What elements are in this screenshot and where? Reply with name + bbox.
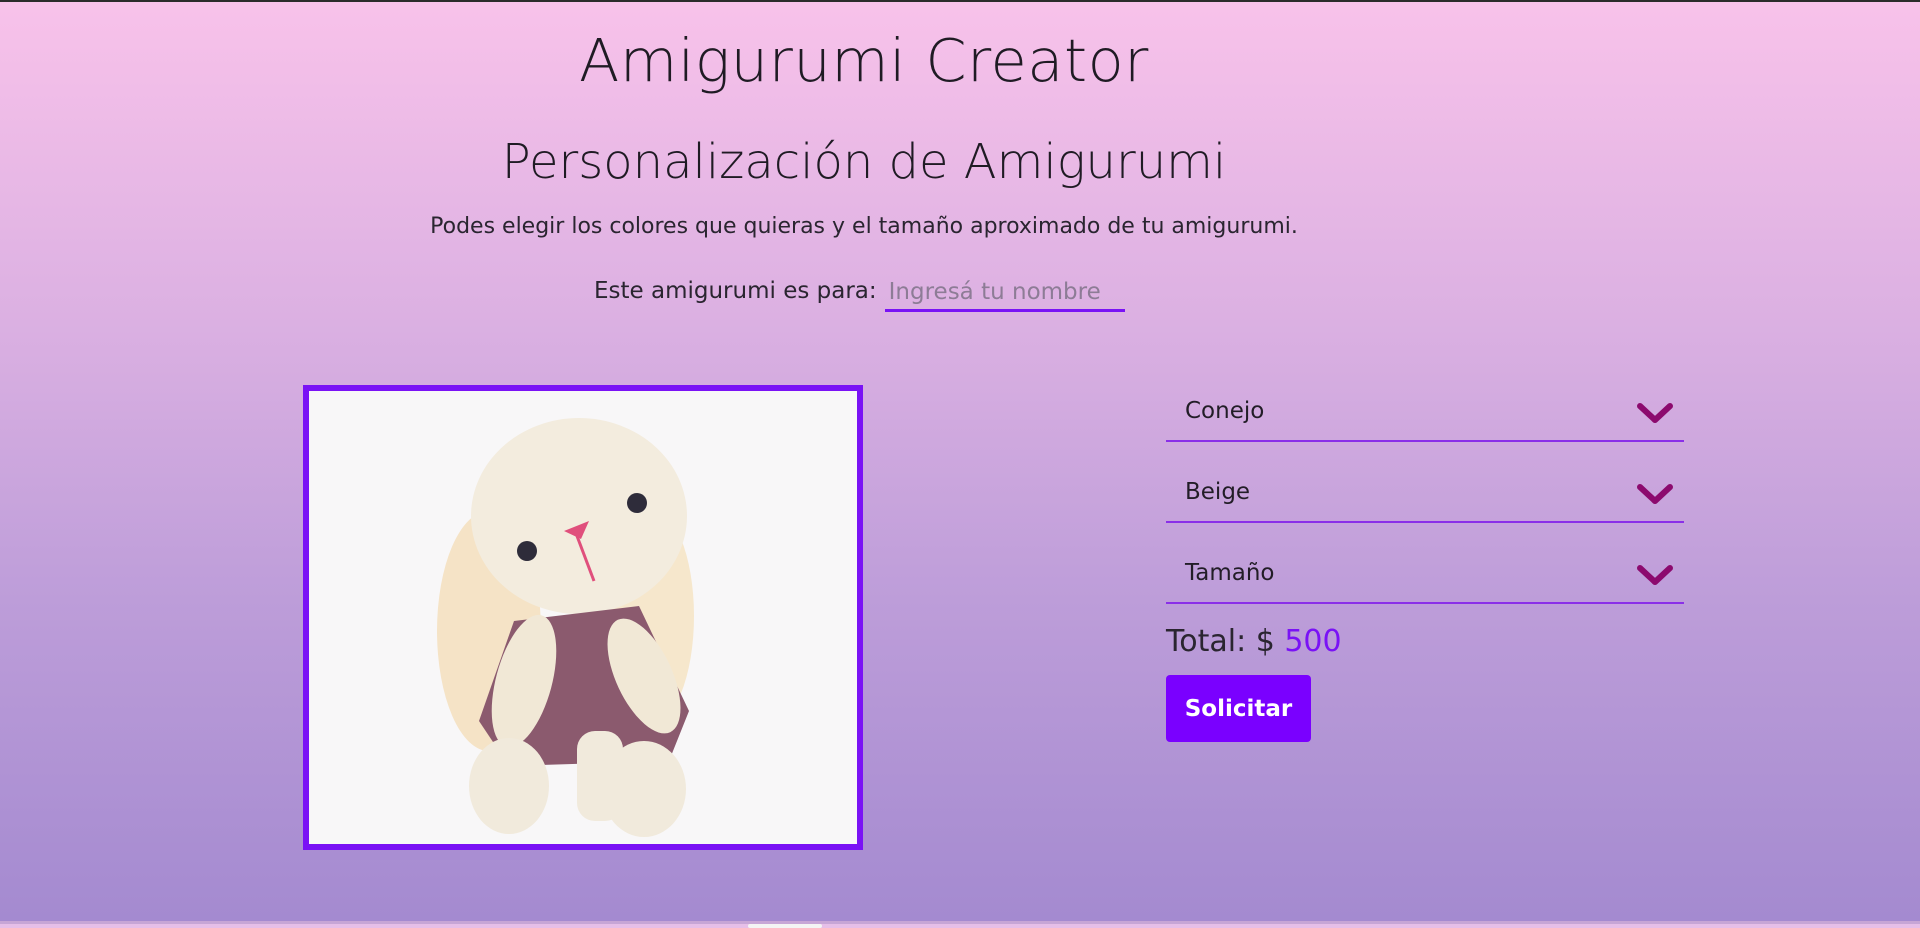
size-select-value: Tamaño (1185, 560, 1275, 586)
recipient-name-input[interactable] (884, 274, 1125, 312)
model-select-value: Conejo (1185, 398, 1265, 424)
scroll-handle[interactable] (748, 924, 822, 928)
bottom-bar (0, 921, 1920, 928)
recipient-label: Este amigurumi es para: (594, 278, 877, 304)
page-subtitle: Podes elegir los colores que quieras y e… (430, 214, 1298, 239)
chevron-down-icon (1637, 403, 1673, 423)
recipient-row: Este amigurumi es para: (594, 274, 1125, 314)
amigurumi-preview-image (303, 385, 863, 850)
chevron-down-icon (1637, 565, 1673, 585)
page-background: Amigurumi Creator Personalización de Ami… (0, 2, 1920, 921)
size-select[interactable]: Tamaño (1166, 546, 1684, 604)
color-select-value: Beige (1185, 479, 1251, 505)
bunny-amigurumi-illustration (309, 391, 857, 844)
color-select[interactable]: Beige (1166, 465, 1684, 523)
customization-options: Conejo Beige Tamaño (1166, 384, 1684, 627)
chevron-down-icon (1637, 484, 1673, 504)
page-title: Personalización de Amigurumi (501, 134, 1227, 190)
model-select[interactable]: Conejo (1166, 384, 1684, 442)
total-price: Total: $ 500 (1166, 624, 1342, 659)
app-title: Amigurumi Creator (579, 26, 1149, 95)
total-amount: 500 (1284, 624, 1342, 659)
total-label: Total: $ (1166, 624, 1275, 659)
submit-button[interactable]: Solicitar (1166, 675, 1311, 742)
